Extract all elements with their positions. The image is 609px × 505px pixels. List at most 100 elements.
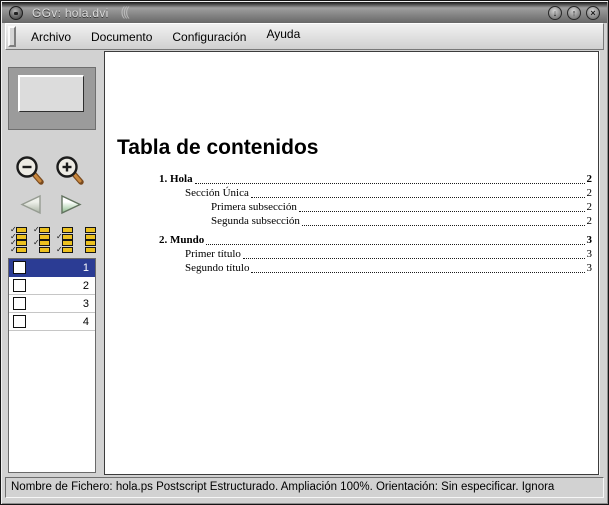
status-text: Nombre de Fichero: hola.ps Postscript Es… xyxy=(11,481,555,493)
page-rect-glyph xyxy=(39,227,50,233)
toc-entry-label: Primera subsección xyxy=(211,201,297,213)
toc-leader xyxy=(250,197,585,198)
toc-entry-label: 1. Hola xyxy=(159,173,193,185)
toc-leader xyxy=(251,272,585,273)
maximize-button[interactable]: ↑ xyxy=(567,5,581,20)
toggle-even-pages-button[interactable]: ✓ ✓ xyxy=(56,226,73,254)
page-rect-glyph xyxy=(62,240,73,247)
toc-entry: Sección Única 2 xyxy=(159,187,592,200)
menu-configuracion[interactable]: Configuración xyxy=(162,30,256,44)
sidebar: ✓ ✓ ✓ ✓ ✓ ✓ ✓ ✓ 1234 xyxy=(5,50,102,476)
window-menu-icon[interactable] xyxy=(9,5,23,20)
page-checkbox[interactable] xyxy=(13,261,26,274)
page-rect-glyph xyxy=(85,233,96,240)
arrow-right-icon xyxy=(61,194,82,215)
previous-page-button[interactable] xyxy=(16,193,45,216)
menu-bar: Archivo Documento Configuración Ayuda xyxy=(5,23,604,50)
toggle-all-pages-button[interactable]: ✓ ✓ ✓ ✓ xyxy=(10,226,27,254)
page-rect-glyph xyxy=(16,233,27,240)
toc-leader xyxy=(301,225,585,226)
toc-leader xyxy=(242,258,585,259)
zoom-in-button[interactable] xyxy=(54,154,87,189)
toc-entry-page: 2 xyxy=(586,187,593,199)
page-list-item[interactable]: 1 xyxy=(9,259,95,277)
page-number: 4 xyxy=(82,315,89,328)
page-rect-glyph xyxy=(85,227,96,233)
toggle-icon-row: ✓ xyxy=(10,245,27,253)
page-rect-glyph xyxy=(16,246,27,253)
menu-ayuda[interactable]: Ayuda xyxy=(256,27,310,41)
menu-archivo[interactable]: Archivo xyxy=(21,30,81,44)
table-of-contents: 1. Hola 2 Sección Única 2 Primera subsección… xyxy=(159,172,592,275)
titlebar-decoration: ((( xyxy=(120,4,130,19)
toc-entry-page: 2 xyxy=(586,215,593,227)
page-rect-glyph xyxy=(62,246,73,253)
toc-entry: Primera subsección 2 xyxy=(159,201,592,214)
next-page-button[interactable] xyxy=(57,193,86,216)
toggle-icon-row: ✓ xyxy=(33,226,50,234)
page-list-item[interactable]: 2 xyxy=(9,277,95,295)
page-number: 1 xyxy=(82,261,89,274)
magnifier-plus-icon xyxy=(56,156,84,185)
page-toggle-toolbar: ✓ ✓ ✓ ✓ ✓ ✓ ✓ ✓ xyxy=(10,226,96,254)
page-checkbox[interactable] xyxy=(13,279,26,292)
page-number: 2 xyxy=(82,279,89,292)
document-title: Tabla de contenidos xyxy=(117,136,319,159)
toc-leader xyxy=(194,183,585,184)
toggle-icon-row: ✓ xyxy=(33,239,50,247)
close-button[interactable]: × xyxy=(586,5,600,20)
page-checkbox[interactable] xyxy=(13,315,26,328)
page-rect-glyph xyxy=(62,233,73,240)
toc-leader xyxy=(298,211,585,212)
page-rect-glyph xyxy=(85,240,96,247)
page-rect-glyph xyxy=(16,227,27,233)
main-content: ✓ ✓ ✓ ✓ ✓ ✓ ✓ ✓ 1234 Tabla de contenidos 1. Hol… xyxy=(5,50,604,476)
page-list-item[interactable]: 3 xyxy=(9,295,95,313)
window-controls: ↓ ↑ × xyxy=(548,5,600,20)
document-view[interactable]: Tabla de contenidos 1. Hola 2 Sección Únic… xyxy=(104,51,599,475)
toc-entry: Segundo título 3 xyxy=(159,262,592,275)
page-rect-glyph xyxy=(39,246,50,253)
page-rect-glyph xyxy=(39,240,50,247)
menu-items: Archivo Documento Configuración Ayuda xyxy=(21,27,310,44)
toc-entry-label: Primer título xyxy=(185,248,241,260)
page-rect-glyph xyxy=(39,233,50,240)
title-bar[interactable]: GGv: hola.dvi ((( ↓ ↑ × xyxy=(2,2,607,23)
toc-entry-label: Segundo título xyxy=(185,262,250,274)
page-number: 3 xyxy=(82,297,89,310)
page-rect-glyph xyxy=(16,240,27,247)
toggle-icon-row: ✓ xyxy=(56,232,73,240)
toc-entry-label: 2. Mundo xyxy=(159,234,205,246)
toc-entry: 2. Mundo 3 xyxy=(159,234,592,247)
toc-entry-page: 3 xyxy=(586,234,593,246)
toggle-icon-row: ✓ xyxy=(56,245,73,253)
toc-entry-page: 3 xyxy=(586,262,593,274)
clear-all-pages-button[interactable] xyxy=(79,226,96,254)
toc-entry-label: Sección Única xyxy=(185,187,249,199)
toc-leader xyxy=(206,244,585,245)
arrow-left-icon xyxy=(20,194,41,215)
app-window: GGv: hola.dvi ((( ↓ ↑ × Archivo Documento Co… xyxy=(0,0,609,505)
zoom-out-button[interactable] xyxy=(14,154,47,189)
toggle-icon-row xyxy=(33,246,50,253)
page-list-item[interactable]: 4 xyxy=(9,313,95,331)
page-thumbnail-panel xyxy=(8,67,96,130)
toggle-icon-row xyxy=(79,227,96,233)
page-rect-glyph xyxy=(85,246,96,253)
toggle-icon-row xyxy=(79,233,96,240)
page-thumbnail xyxy=(18,75,84,112)
window-title: GGv: hola.dvi xyxy=(32,5,109,20)
page-checkbox[interactable] xyxy=(13,297,26,310)
toc-entry: 1. Hola 2 xyxy=(159,173,592,186)
toc-entry-label: Segunda subsección xyxy=(211,215,300,227)
minimize-button[interactable]: ↓ xyxy=(548,5,562,20)
toc-entry: Segunda subsección 2 xyxy=(159,215,592,228)
menubar-grip-handle[interactable] xyxy=(8,26,16,47)
menu-documento[interactable]: Documento xyxy=(81,30,162,44)
page-list[interactable]: 1 2 3 4 xyxy=(8,258,96,473)
toc-entry: Primer título 3 xyxy=(159,248,592,261)
toc-entry-page: 3 xyxy=(586,248,593,260)
toc-entry-page: 2 xyxy=(586,201,593,213)
toggle-icon-row xyxy=(79,246,96,253)
toggle-odd-pages-button[interactable]: ✓ ✓ xyxy=(33,226,50,254)
